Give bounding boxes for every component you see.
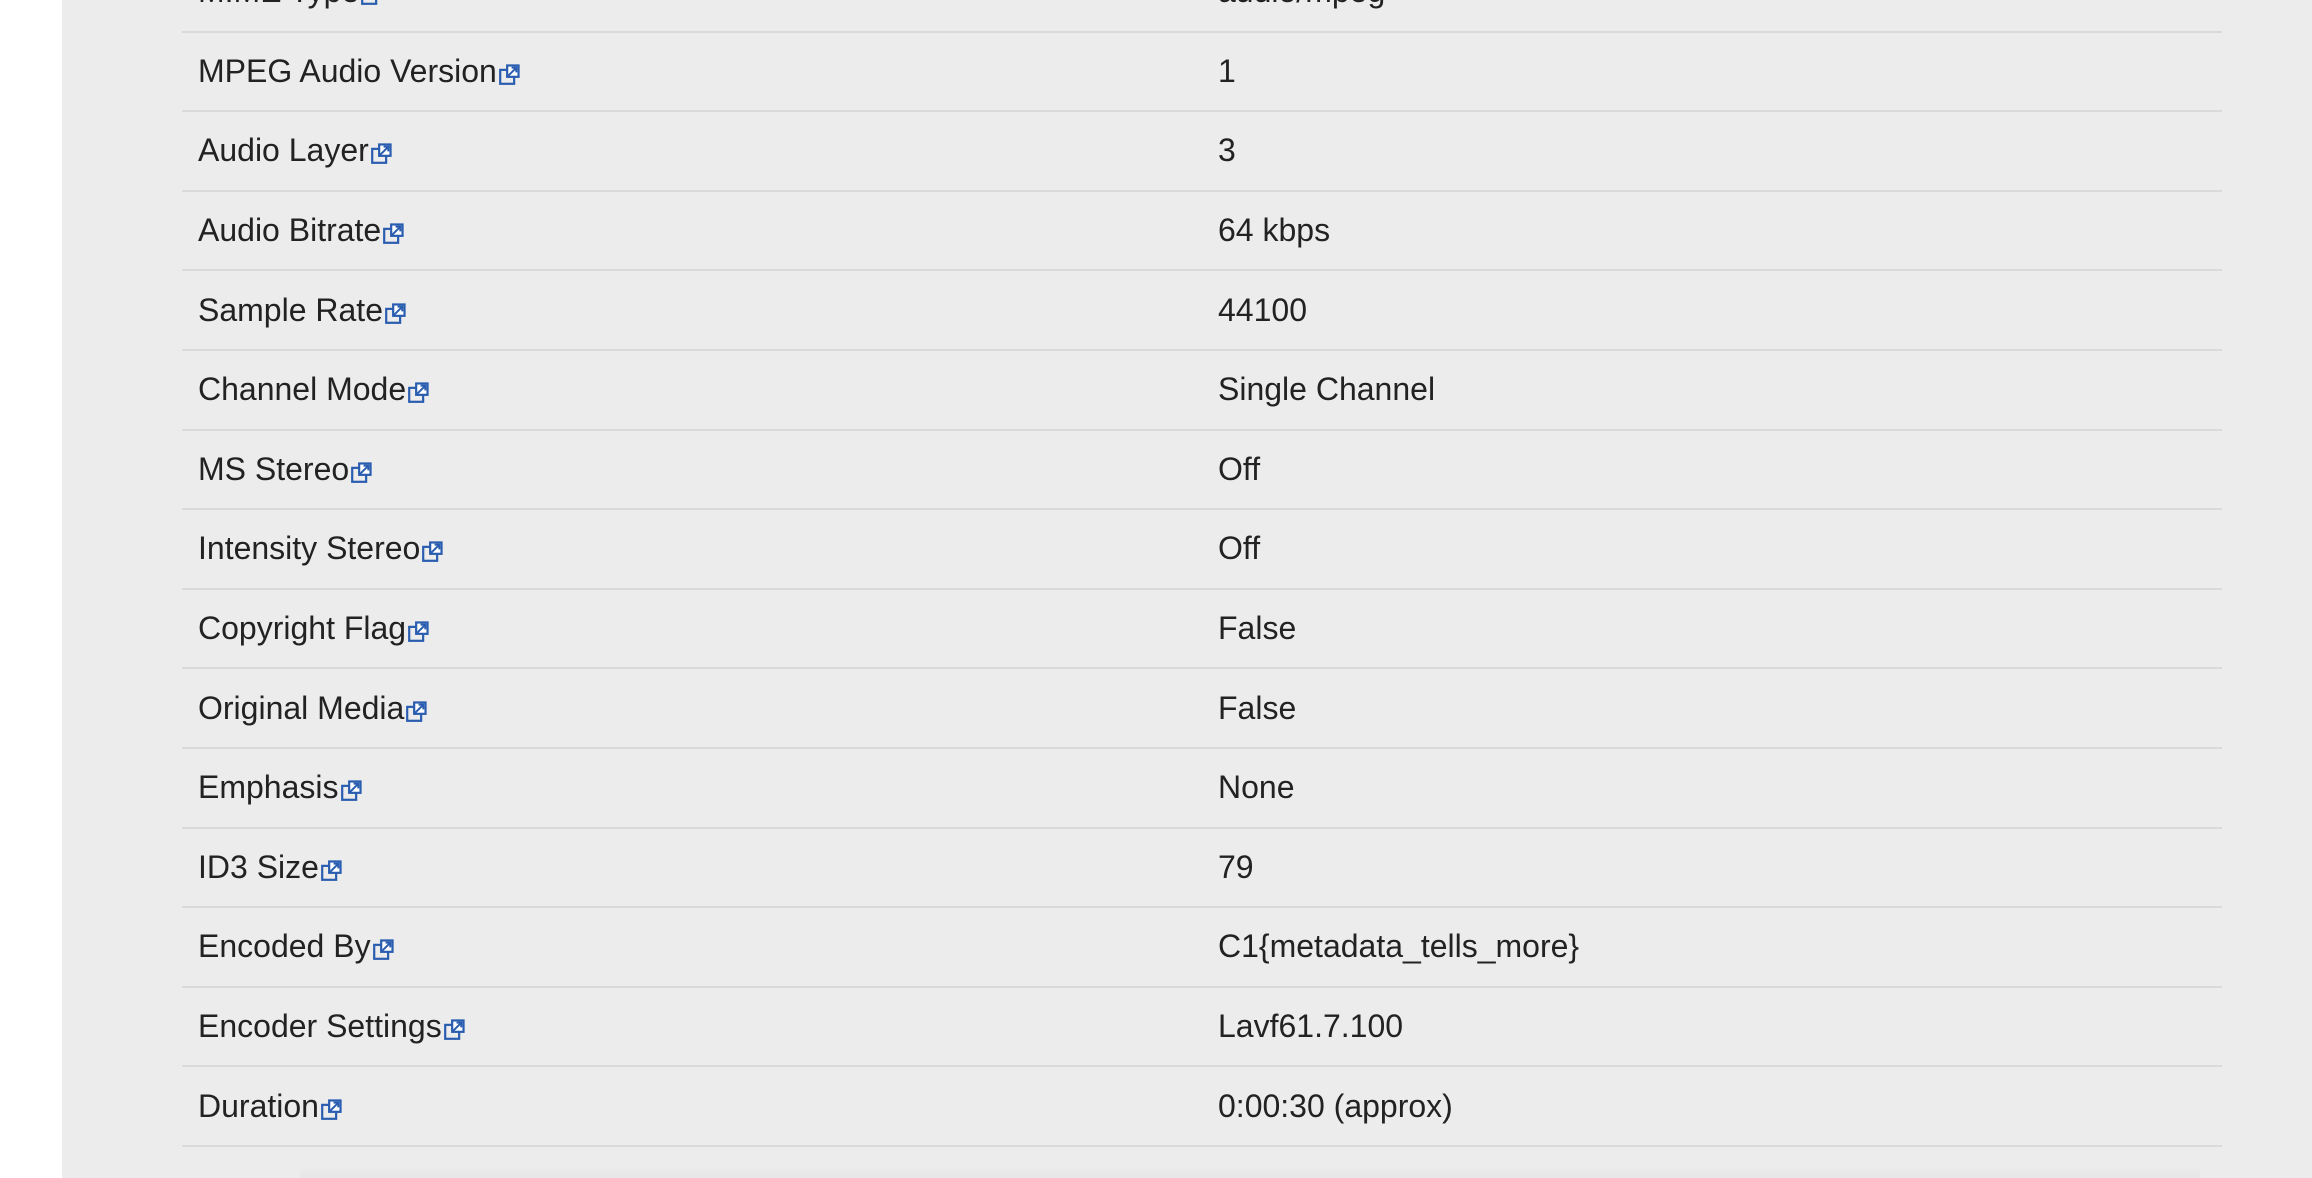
metadata-value: 3: [1218, 132, 1236, 169]
metadata-key-label: Copyright Flag: [198, 610, 407, 647]
metadata-key-link[interactable]: MPEG Audio Version: [198, 53, 520, 89]
external-link-icon[interactable]: [497, 53, 520, 89]
metadata-key-cell: ID3 Size: [182, 828, 1218, 908]
metadata-value: audio/mpeg: [1218, 0, 2222, 32]
metadata-key-label: MPEG Audio Version: [198, 52, 497, 89]
table-row: Intensity Stereo Off: [182, 509, 2222, 589]
table-row: Encoder Settings Lavf61.7.100: [182, 987, 2222, 1067]
metadata-key-label: Intensity Stereo: [198, 530, 421, 567]
metadata-key-label: Original Media: [198, 689, 405, 726]
table-row: Encoded By C1{metadata_tells_more}: [182, 907, 2222, 987]
table-row: MIME Type audio/mpeg: [182, 0, 2222, 32]
metadata-key-link[interactable]: Duration: [198, 1088, 342, 1124]
table-row: Sample Rate 44100: [182, 270, 2222, 350]
metadata-value: 1: [1218, 52, 1236, 89]
metadata-value: Single Channel: [1218, 371, 1436, 408]
external-link-icon[interactable]: [319, 1088, 342, 1124]
external-link-icon[interactable]: [406, 610, 429, 646]
metadata-key-label: MIME Type: [198, 0, 359, 9]
metadata-key-label: Channel Mode: [198, 371, 407, 408]
metadata-key-cell: Audio Bitrate: [182, 191, 1218, 271]
metadata-key-link[interactable]: MIME Type: [198, 0, 382, 9]
metadata-key-cell: Encoder Settings: [182, 987, 1218, 1067]
metadata-key-label: Duration: [198, 1087, 319, 1124]
metadata-key-label: Audio Layer: [198, 132, 369, 169]
external-link-icon[interactable]: [442, 1008, 465, 1044]
metadata-value: Off: [1218, 530, 1261, 567]
external-link-icon[interactable]: [383, 292, 406, 328]
metadata-key-label: MS Stereo: [198, 450, 350, 487]
table-row: Emphasis None: [182, 748, 2222, 828]
metadata-key-link[interactable]: ID3 Size: [198, 849, 342, 885]
metadata-key-cell: MS Stereo: [182, 430, 1218, 510]
external-link-icon[interactable]: [339, 769, 362, 805]
metadata-table-body: MIME Type audio/mpeg MPEG Audio Version 1 Au…: [182, 0, 2222, 1146]
metadata-key-cell: Encoded By: [182, 907, 1218, 987]
external-link-icon[interactable]: [381, 212, 404, 248]
metadata-key-link[interactable]: Copyright Flag: [198, 610, 429, 646]
external-link-icon[interactable]: [319, 849, 342, 885]
metadata-key-cell: MPEG Audio Version: [182, 32, 1218, 112]
external-link-icon[interactable]: [349, 451, 372, 487]
metadata-key-link[interactable]: Original Media: [198, 690, 427, 726]
external-link-icon[interactable]: [404, 690, 427, 726]
external-link-icon[interactable]: [406, 371, 429, 407]
metadata-key-label: Emphasis: [198, 769, 339, 806]
metadata-value: False: [1218, 689, 1297, 726]
table-row: ID3 Size 79: [182, 828, 2222, 908]
metadata-key-label: Audio Bitrate: [198, 212, 382, 249]
external-link-icon[interactable]: [369, 132, 392, 168]
table-row: MPEG Audio Version 1: [182, 32, 2222, 112]
metadata-key-link[interactable]: Emphasis: [198, 769, 362, 805]
external-link-icon[interactable]: [359, 0, 382, 9]
table-row: MS Stereo Off: [182, 430, 2222, 510]
table-row: Original Media False: [182, 668, 2222, 748]
metadata-key-link[interactable]: Encoder Settings: [198, 1008, 465, 1044]
table-row: Duration 0:00:30 (approx): [182, 1066, 2222, 1146]
metadata-key-cell: MIME Type: [182, 0, 1218, 32]
metadata-key-link[interactable]: Channel Mode: [198, 371, 429, 407]
metadata-value: Lavf61.7.100: [1218, 1008, 1404, 1045]
metadata-key-cell: Duration: [182, 1066, 1218, 1146]
metadata-key-link[interactable]: MS Stereo: [198, 451, 372, 487]
metadata-key-cell: Original Media: [182, 668, 1218, 748]
table-row: Audio Bitrate 64 kbps: [182, 191, 2222, 271]
panel-shadow: [300, 1166, 2200, 1178]
metadata-key-label: Encoded By: [198, 928, 371, 965]
table-row: Audio Layer 3: [182, 111, 2222, 191]
metadata-value: Off: [1218, 450, 1261, 487]
metadata-value: C1{metadata_tells_more}: [1218, 928, 1580, 965]
metadata-key-cell: Sample Rate: [182, 270, 1218, 350]
metadata-value: False: [1218, 610, 1297, 647]
metadata-key-cell: Emphasis: [182, 748, 1218, 828]
metadata-key-cell: Channel Mode: [182, 350, 1218, 430]
metadata-key-cell: Copyright Flag: [182, 589, 1218, 669]
metadata-key-link[interactable]: Audio Bitrate: [198, 212, 404, 248]
external-link-icon[interactable]: [371, 928, 394, 964]
metadata-key-link[interactable]: Sample Rate: [198, 292, 406, 328]
metadata-key-link[interactable]: Encoded By: [198, 928, 394, 964]
metadata-value: None: [1218, 769, 1295, 806]
metadata-key-cell: Intensity Stereo: [182, 509, 1218, 589]
metadata-value: 44100: [1218, 291, 1307, 328]
metadata-key-cell: Audio Layer: [182, 111, 1218, 191]
metadata-key-label: ID3 Size: [198, 848, 319, 885]
metadata-table: MIME Type audio/mpeg MPEG Audio Version 1 Au…: [182, 0, 2222, 1147]
metadata-value: 64 kbps: [1218, 212, 1331, 249]
metadata-value: 0:00:30 (approx): [1218, 1087, 1453, 1124]
metadata-key-label: Sample Rate: [198, 291, 383, 328]
metadata-value: 79: [1218, 848, 1254, 885]
metadata-key-label: Encoder Settings: [198, 1008, 442, 1045]
external-link-icon[interactable]: [420, 530, 443, 566]
metadata-key-link[interactable]: Intensity Stereo: [198, 530, 443, 566]
metadata-key-link[interactable]: Audio Layer: [198, 132, 392, 168]
table-row: Channel Mode Single Channel: [182, 350, 2222, 430]
table-row: Copyright Flag False: [182, 589, 2222, 669]
